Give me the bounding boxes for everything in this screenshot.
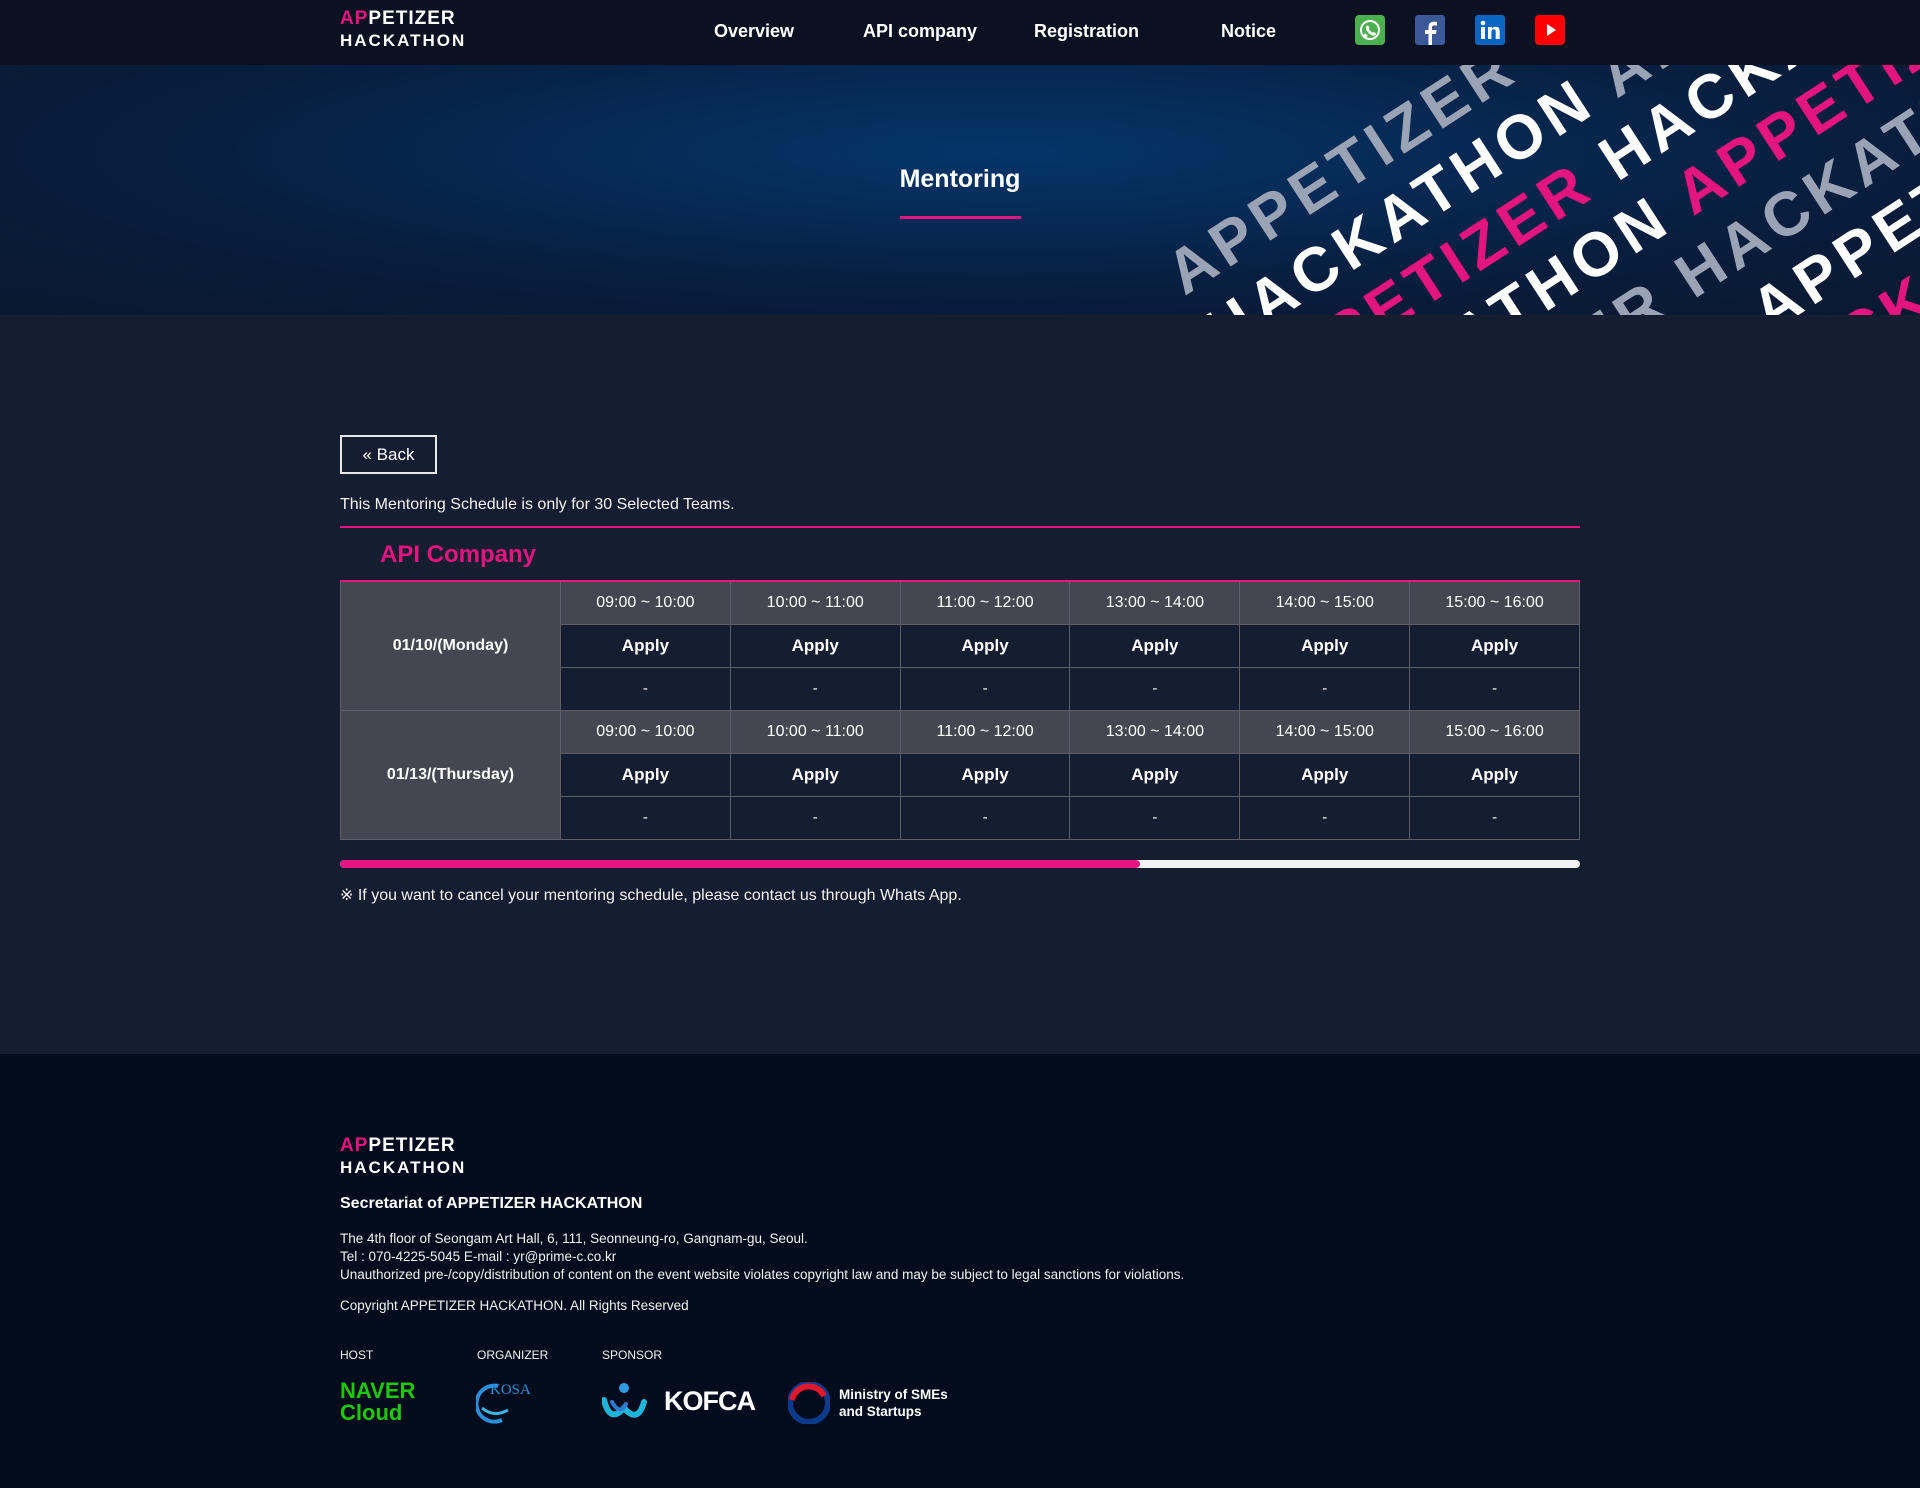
apply-button[interactable]: Apply xyxy=(1069,623,1241,668)
top-header: APPETIZER HACKATHON Overview API company… xyxy=(0,0,1920,65)
slot-status: - xyxy=(560,666,731,711)
slot-status: - xyxy=(1239,795,1411,840)
slot-status: - xyxy=(1239,666,1411,711)
apply-button[interactable]: Apply xyxy=(899,623,1071,668)
nav-overview[interactable]: Overview xyxy=(714,0,794,62)
slot-status: - xyxy=(899,666,1071,711)
whatsapp-icon[interactable] xyxy=(1355,15,1385,45)
apply-button[interactable]: Apply xyxy=(1239,623,1411,668)
apply-button[interactable]: Apply xyxy=(729,752,901,797)
title-underline xyxy=(900,216,1021,219)
progress-fill xyxy=(340,860,1140,868)
cancel-note: ※ If you want to cancel your mentoring s… xyxy=(340,887,962,904)
youtube-icon[interactable] xyxy=(1535,15,1565,45)
nav-notice[interactable]: Notice xyxy=(1221,0,1276,62)
time-slot: 15:00 ~ 16:00 xyxy=(1409,709,1580,754)
sponsor-label: SPONSOR xyxy=(602,1348,663,1362)
section-divider xyxy=(340,526,1580,528)
time-slot: 13:00 ~ 14:00 xyxy=(1069,709,1241,754)
apply-button[interactable]: Apply xyxy=(1409,623,1580,668)
company-title: API Company xyxy=(380,541,537,568)
slot-status: - xyxy=(1069,795,1241,840)
organizer-label: ORGANIZER xyxy=(477,1348,549,1362)
host-label: HOST xyxy=(340,1348,374,1362)
slot-status: - xyxy=(1409,666,1580,711)
time-slot: 09:00 ~ 10:00 xyxy=(560,709,731,754)
apply-button[interactable]: Apply xyxy=(560,623,731,668)
slot-status: - xyxy=(729,795,901,840)
time-slot: 13:00 ~ 14:00 xyxy=(1069,580,1241,625)
time-slot: 14:00 ~ 15:00 xyxy=(1239,580,1411,625)
time-slot: 10:00 ~ 11:00 xyxy=(729,709,901,754)
nav-api-company[interactable]: API company xyxy=(863,0,977,62)
time-row: 01/13/(Thursday) 09:00 ~ 10:00 10:00 ~ 1… xyxy=(340,709,1580,840)
time-slot: 11:00 ~ 12:00 xyxy=(899,580,1071,625)
time-slot: 10:00 ~ 11:00 xyxy=(729,580,901,625)
site-logo[interactable]: APPETIZER HACKATHON xyxy=(340,8,472,54)
apply-button[interactable]: Apply xyxy=(1409,752,1580,797)
footer-contact: Tel : 070-4225-5045 E-mail : yr@prime-c.… xyxy=(340,1249,617,1264)
footer-logo: APPETIZER HACKATHON xyxy=(340,1135,467,1177)
apply-button[interactable]: Apply xyxy=(899,752,1071,797)
kosa-logo[interactable]: KOSA xyxy=(474,1380,556,1424)
slot-status: - xyxy=(1409,795,1580,840)
time-slot: 15:00 ~ 16:00 xyxy=(1409,580,1580,625)
footer-address: The 4th floor of Seongam Art Hall, 6, 11… xyxy=(340,1231,808,1246)
kofca-logo[interactable]: KOFCA xyxy=(602,1380,756,1424)
time-slot: 09:00 ~ 10:00 xyxy=(560,580,731,625)
apply-button[interactable]: Apply xyxy=(1239,752,1411,797)
page-title: Mentoring xyxy=(899,165,1021,193)
naver-cloud-logo[interactable]: NAVER Cloud xyxy=(340,1380,415,1424)
facebook-icon[interactable] xyxy=(1415,15,1445,45)
time-slot: 11:00 ~ 12:00 xyxy=(899,709,1071,754)
apply-button[interactable]: Apply xyxy=(1069,752,1241,797)
ministry-smes-logo[interactable]: Ministry of SMEs and Startups xyxy=(788,1382,948,1424)
slot-status: - xyxy=(729,666,901,711)
footer-secretariat: Secretariat of APPETIZER HACKATHON xyxy=(340,1195,643,1212)
linkedin-icon[interactable] xyxy=(1475,15,1505,45)
footer-copyright: Copyright APPETIZER HACKATHON. All Right… xyxy=(340,1298,689,1313)
footer-warning: Unauthorized pre-/copy/distribution of c… xyxy=(340,1267,1185,1282)
nav-registration[interactable]: Registration xyxy=(1034,0,1139,62)
progress-bar xyxy=(340,860,1580,868)
date-cell: 01/10/(Monday) xyxy=(340,580,561,711)
mentoring-schedule-table: 01/10/(Monday) 09:00 ~ 10:00 10:00 ~ 11:… xyxy=(340,580,1580,840)
apply-button[interactable]: Apply xyxy=(560,752,731,797)
slot-status: - xyxy=(560,795,731,840)
slot-status: - xyxy=(899,795,1071,840)
time-row: 01/10/(Monday) 09:00 ~ 10:00 10:00 ~ 11:… xyxy=(340,580,1580,711)
hero-banner: APPETIZER HACKATHON HACKATHON APPETIZER … xyxy=(0,65,1920,315)
time-slot: 14:00 ~ 15:00 xyxy=(1239,709,1411,754)
schedule-notice: This Mentoring Schedule is only for 30 S… xyxy=(340,496,735,513)
back-button[interactable]: « Back xyxy=(340,435,437,474)
slot-status: - xyxy=(1069,666,1241,711)
apply-button[interactable]: Apply xyxy=(729,623,901,668)
date-cell: 01/13/(Thursday) xyxy=(340,709,561,840)
